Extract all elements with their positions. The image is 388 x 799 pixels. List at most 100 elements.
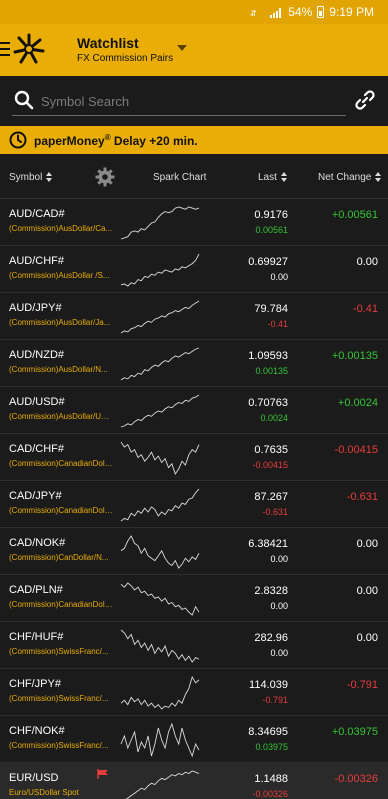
symbol-description: Euro/USDollar Spot [9,788,79,797]
column-header: Symbol Spark Chart Last Net Change [0,154,388,199]
net-change: +0.00561 [331,209,378,221]
last-price: 79.784 [254,303,288,315]
price-change: 0.00 [270,648,288,658]
sort-icon [375,172,382,183]
last-price: 0.9176 [254,209,288,221]
last-price: 8.34695 [248,726,288,738]
flag-icon [97,769,108,779]
symbol-label: CAD/NOK# [9,537,66,549]
symbol-description: (Commission)AusDollar /S... [9,271,110,280]
table-row[interactable]: CHF/JPY# (Commission)SwissFranc/... 114.03… [0,669,388,716]
spark-chart [120,253,200,287]
symbol-label: CAD/CHF# [9,443,65,455]
delay-banner-text: paperMoney® Delay +20 min. [34,133,198,148]
price-change: 0.00135 [255,366,288,376]
table-row[interactable]: CHF/NOK# (Commission)SwissFranc/... 8.3469… [0,716,388,763]
symbol-description: (Commission)SwissFranc/... [9,741,109,750]
spark-chart [120,394,200,428]
sort-icon [46,172,53,183]
link-icon[interactable] [354,89,376,111]
table-row[interactable]: AUD/JPY# (Commission)AusDollar/Ja... 79.78… [0,293,388,340]
battery-percent: 54% [288,5,313,19]
table-row[interactable]: AUD/CAD# (Commission)AusDollar/Ca... 0.917… [0,199,388,246]
last-price: 282.96 [254,632,288,644]
net-change: 0.00 [356,632,378,644]
battery-icon [317,6,325,18]
last-price: 0.69927 [248,256,288,268]
page-title[interactable]: Watchlist [77,35,139,51]
symbol-description: (Commission)AusDollar/Ja... [9,318,111,327]
search-underline [12,115,346,116]
sort-icon [280,172,288,183]
search-input[interactable] [41,92,341,110]
net-change-column-header[interactable]: Net Change [318,172,382,183]
net-change: -0.00415 [334,444,378,456]
spark-chart [125,770,200,799]
symbol-label: CAD/JPY# [9,490,62,502]
price-change: -0.00326 [252,789,288,799]
price-change: -0.631 [262,507,288,517]
delay-banner: paperMoney® Delay +20 min. [0,126,388,154]
price-change: 0.00 [270,272,288,282]
brand-label: paperMoney [34,134,105,148]
symbol-description: (Commission)CanadianDoll... [9,459,113,468]
table-row[interactable]: CAD/PLN# (Commission)CanadianDoll... 2.832… [0,575,388,622]
search-row [0,76,388,126]
spark-chart [120,347,200,381]
table-row[interactable]: CAD/NOK# (Commission)CanDollar/N... 6.3842… [0,528,388,575]
thinkorswim-logo-icon [13,33,45,64]
last-price: 114.039 [249,679,288,691]
spark-chart [120,300,200,334]
net-change: -0.791 [346,679,378,691]
delay-text: Delay +20 min. [110,134,198,148]
symbol-label: CHF/HUF# [9,631,64,643]
last-price: 1.09593 [248,350,288,362]
svg-text:⇵: ⇵ [250,9,257,18]
symbol-label: CHF/NOK# [9,725,65,737]
symbol-label: CAD/PLN# [9,584,63,596]
watchlist-subtitle[interactable]: FX Commission Pairs [77,53,173,64]
net-change: +0.03975 [331,726,378,738]
app-bar: Watchlist FX Commission Pairs [0,24,388,76]
net-change: -0.00326 [334,773,378,785]
price-change: 0.0024 [260,413,288,423]
table-row[interactable]: CHF/HUF# (Commission)SwissFranc/... 282.96… [0,622,388,669]
last-price: 1.1488 [254,773,288,785]
last-price: 2.8328 [254,585,288,597]
table-row[interactable]: CAD/CHF# (Commission)CanadianDoll... 0.763… [0,434,388,481]
symbol-label: AUD/JPY# [9,302,62,314]
search-icon [14,90,34,110]
net-change: +0.0024 [337,397,378,409]
chevron-down-icon[interactable] [177,45,187,51]
symbol-label: AUD/USD# [9,396,65,408]
clock-time: 9:19 PM [329,5,374,19]
status-bar: ⇵ 54% 9:19 PM [0,0,388,24]
net-change: 0.00 [356,256,378,268]
symbol-description: (Commission)CanadianDoll... [9,506,113,515]
table-row[interactable]: AUD/CHF# (Commission)AusDollar /S... 0.699… [0,246,388,293]
last-column-header[interactable]: Last [258,172,288,183]
menu-icon[interactable] [0,42,10,60]
symbol-description: (Commission)CanadianDoll... [9,600,113,609]
symbol-description: (Commission)AusDollar/US... [9,412,113,421]
table-row[interactable]: AUD/USD# (Commission)AusDollar/US... 0.707… [0,387,388,434]
gear-icon[interactable] [95,167,115,187]
symbol-description: (Commission)AusDollar/N... [9,365,108,374]
table-row[interactable]: EUR/USD Euro/USDollar Spot 1.1488 -0.00326 -… [0,763,388,799]
clock-icon [9,131,27,149]
net-change: +0.00135 [331,350,378,362]
symbol-column-header[interactable]: Symbol [9,172,53,183]
spark-chart [120,675,200,710]
price-change: 0.00561 [255,225,288,235]
symbol-label: AUD/NZD# [9,349,65,361]
symbol-label: CHF/JPY# [9,678,61,690]
table-row[interactable]: CAD/JPY# (Commission)CanadianDoll... 87.26… [0,481,388,528]
net-change: 0.00 [356,538,378,550]
last-price: 0.70763 [248,397,288,409]
spark-chart [120,206,200,240]
table-row[interactable]: AUD/NZD# (Commission)AusDollar/N... 1.0959… [0,340,388,387]
watchlist-table: AUD/CAD# (Commission)AusDollar/Ca... 0.917… [0,199,388,799]
spark-chart [120,629,200,663]
price-change: -0.00415 [252,460,288,470]
net-change: 0.00 [356,585,378,597]
